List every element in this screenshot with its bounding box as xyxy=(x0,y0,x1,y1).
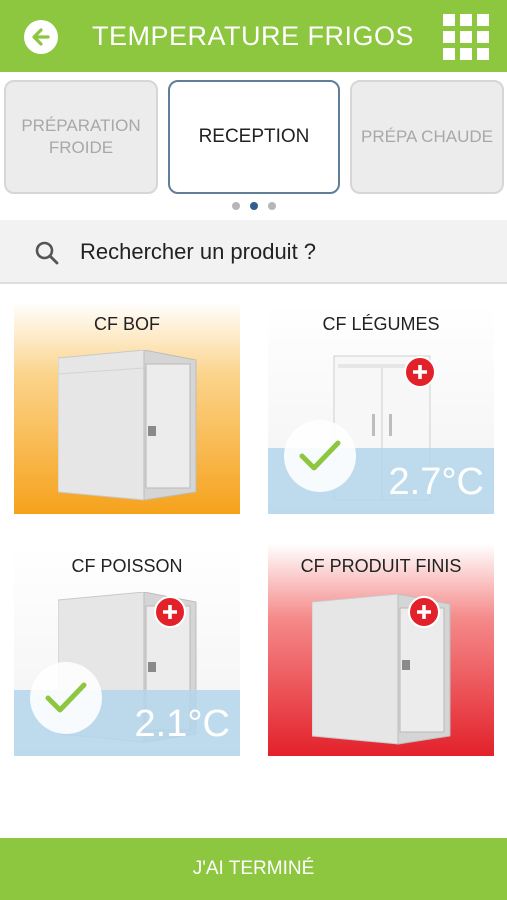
tab-reception[interactable]: RECEPTION xyxy=(168,80,340,194)
finish-button[interactable]: J'AI TERMINÉ xyxy=(0,838,507,900)
app-header: TEMPERATURE FRIGOS xyxy=(0,0,507,72)
temperature-value: 2.1°C xyxy=(134,703,230,745)
search-input[interactable]: Rechercher un produit ? xyxy=(80,220,316,284)
tab-prepa-chaude[interactable]: PRÉPA CHAUDE xyxy=(350,80,504,194)
finish-button-label: J'AI TERMINÉ xyxy=(192,858,315,879)
fridge-card-cf-legumes[interactable]: CF LÉGUMES 2.7°C xyxy=(268,302,494,514)
search-bar[interactable]: Rechercher un produit ? xyxy=(0,220,507,284)
plus-icon xyxy=(163,605,177,619)
category-tabs: PRÉPARATION FROIDE RECEPTION PRÉPA CHAUD… xyxy=(0,72,507,220)
tab-label: RECEPTION xyxy=(198,126,310,147)
checkmark-icon xyxy=(45,682,87,713)
pager-dot[interactable] xyxy=(267,202,276,210)
card-title: CF BOF xyxy=(94,314,160,334)
cold-room-image xyxy=(312,594,451,745)
grid-icon xyxy=(477,31,489,43)
pager-dot[interactable] xyxy=(231,202,240,210)
grid-icon xyxy=(443,48,455,60)
checked-badge xyxy=(30,662,102,734)
grid-icon xyxy=(477,14,489,26)
card-title: CF POISSON xyxy=(71,556,183,576)
grid-menu-button[interactable] xyxy=(443,14,491,60)
add-reading-button[interactable] xyxy=(154,596,186,628)
add-reading-button[interactable] xyxy=(404,356,436,388)
fridge-card-cf-poisson[interactable]: CF POISSON 2.1°C xyxy=(14,544,240,756)
search-icon xyxy=(35,241,59,265)
tab-preparation-froide[interactable]: PRÉPARATION FROIDE xyxy=(4,80,158,194)
grid-icon xyxy=(443,14,455,26)
back-button[interactable] xyxy=(24,20,58,54)
page-title: TEMPERATURE FRIGOS xyxy=(92,21,415,51)
fridge-card-cf-produit-finis[interactable]: CF PRODUIT FINIS xyxy=(268,544,494,756)
pager-dot-active[interactable] xyxy=(249,202,258,210)
card-title: CF PRODUIT FINIS xyxy=(300,556,462,576)
arrow-left-icon xyxy=(32,28,50,46)
grid-icon xyxy=(443,31,455,43)
tab-label: PRÉPARATION FROIDE xyxy=(21,116,141,157)
plus-icon xyxy=(417,605,431,619)
screen: TEMPERATURE FRIGOS PRÉPARATION FROIDE RE… xyxy=(0,0,507,900)
add-reading-button[interactable] xyxy=(408,596,440,628)
grid-icon xyxy=(460,31,472,43)
checkmark-icon xyxy=(299,440,341,471)
fridge-card-cf-bof[interactable]: CF BOF xyxy=(14,302,240,514)
checked-badge xyxy=(284,420,356,492)
plus-icon xyxy=(413,365,427,379)
cold-room-image xyxy=(58,350,197,501)
temperature-value: 2.7°C xyxy=(388,461,484,503)
grid-icon xyxy=(460,48,472,60)
pager-dots xyxy=(0,202,507,210)
grid-icon xyxy=(460,14,472,26)
grid-icon xyxy=(477,48,489,60)
tab-label: PRÉPA CHAUDE xyxy=(361,127,493,146)
card-title: CF LÉGUMES xyxy=(322,314,440,334)
